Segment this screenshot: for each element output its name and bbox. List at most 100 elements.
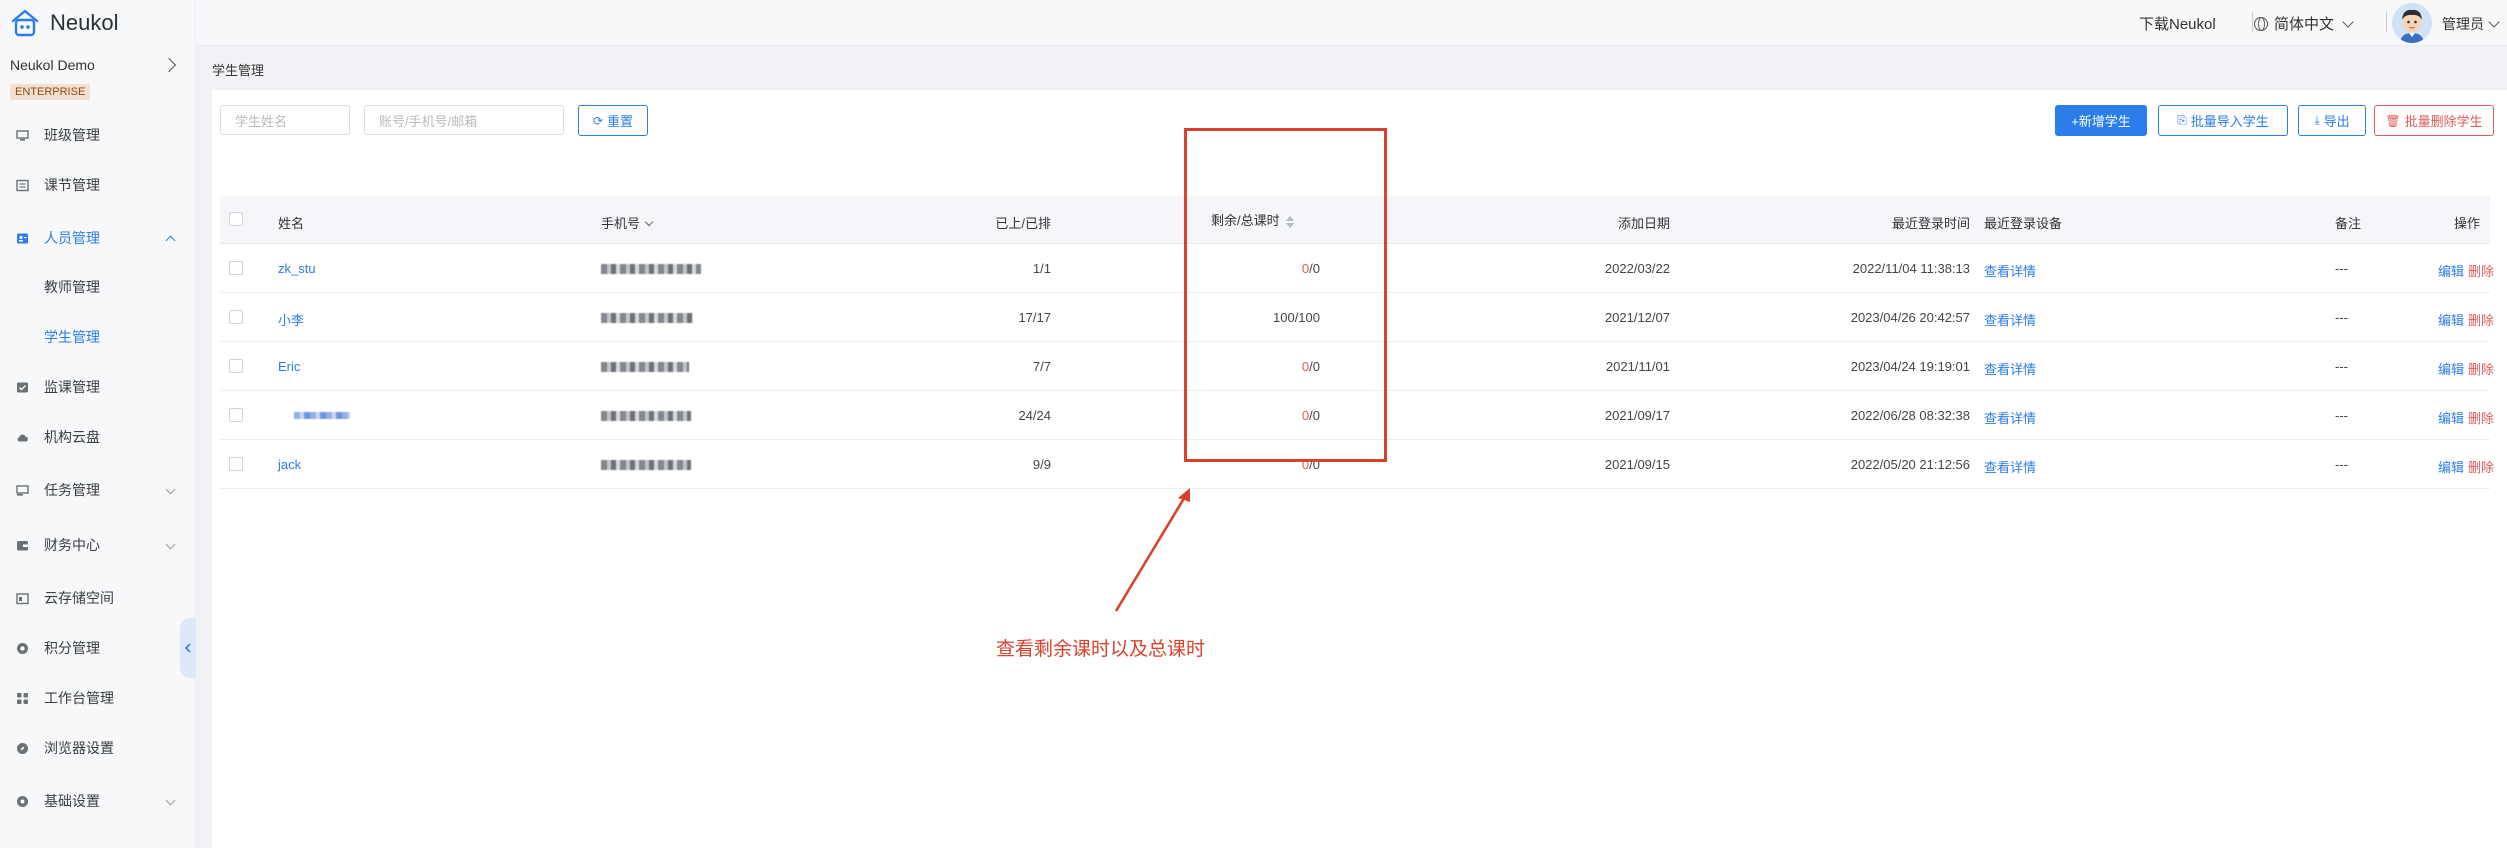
attended-cell: 7/7 xyxy=(1032,359,1051,374)
remark-cell: --- xyxy=(2335,408,2348,423)
language-label: 简体中文 xyxy=(2274,16,2335,33)
user-menu[interactable]: 管理员 xyxy=(2442,14,2500,34)
view-device-link[interactable]: 查看详情 xyxy=(1984,457,2036,476)
redacted-student-name[interactable] xyxy=(294,412,350,419)
monitor-check-icon xyxy=(15,380,29,394)
remark-cell: --- xyxy=(2335,359,2348,374)
batch-delete-label: 批量删除学生 xyxy=(2404,114,2483,129)
sidebar-item-label: 云存储空间 xyxy=(44,590,114,606)
delete-link[interactable]: 删除 xyxy=(2468,408,2494,427)
sidebar-item-students[interactable]: 学生管理 xyxy=(0,322,196,352)
delete-link[interactable]: 删除 xyxy=(2468,310,2494,329)
wallet-icon xyxy=(15,538,29,552)
user-name: 管理员 xyxy=(2442,16,2484,32)
sidebar-item-cloud[interactable]: 机构云盘 xyxy=(0,422,196,452)
sidebar-item-label: 任务管理 xyxy=(44,482,100,498)
attended-cell: 24/24 xyxy=(1018,408,1051,423)
last-login-cell: 2023/04/24 19:19:01 xyxy=(1850,359,1970,374)
edit-link[interactable]: 编辑 xyxy=(2438,310,2464,329)
view-device-link[interactable]: 查看详情 xyxy=(1984,408,2036,427)
row-checkbox[interactable] xyxy=(229,310,243,324)
student-name-link[interactable]: zk_stu xyxy=(278,261,316,276)
points-icon xyxy=(15,641,29,655)
row-checkbox[interactable] xyxy=(229,408,243,422)
download-link[interactable]: 下载Neukol xyxy=(2139,13,2216,34)
cloud-icon xyxy=(15,430,29,444)
batch-delete-button[interactable]: 🗑 批量删除学生 xyxy=(2374,105,2494,136)
sidebar-item-monitor[interactable]: 监课管理 xyxy=(0,372,196,402)
student-name-link[interactable]: Eric xyxy=(278,359,300,374)
collapse-sidebar-button[interactable] xyxy=(180,618,196,678)
added-date-cell: 2021/11/01 xyxy=(1605,359,1670,374)
sidebar: Neukol Neukol Demo ENTERPRISE 班级管理 课节管理 … xyxy=(0,0,196,848)
batch-import-label: 批量导入学生 xyxy=(2190,114,2269,129)
sidebar-item-label: 班级管理 xyxy=(44,127,100,143)
view-device-link[interactable]: 查看详情 xyxy=(1984,261,2036,280)
added-date-cell: 2021/09/17 xyxy=(1604,408,1670,423)
sidebar-item-tasks[interactable]: 任务管理 xyxy=(0,475,196,505)
redacted-phone xyxy=(601,264,701,274)
edit-link[interactable]: 编辑 xyxy=(2438,359,2464,378)
sidebar-item-people[interactable]: 人员管理 xyxy=(0,223,196,253)
sidebar-item-settings[interactable]: 基础设置 xyxy=(0,786,196,816)
chevron-down-icon xyxy=(165,795,176,806)
remark-cell: --- xyxy=(2335,261,2348,276)
header-attended: 已上/已排 xyxy=(995,216,1051,231)
org-switcher[interactable]: Neukol Demo xyxy=(10,57,180,73)
delete-link[interactable]: 删除 xyxy=(2468,457,2494,476)
last-login-cell: 2022/06/28 08:32:38 xyxy=(1850,408,1970,423)
view-device-link[interactable]: 查看详情 xyxy=(1984,310,2036,329)
compass-icon xyxy=(15,741,29,755)
sidebar-item-label: 教师管理 xyxy=(44,279,100,295)
topbar: 下载Neukol 简体中文 管理员 xyxy=(196,0,2507,46)
select-all-checkbox[interactable] xyxy=(229,212,243,226)
reset-button[interactable]: ⟳ 重置 xyxy=(578,105,648,136)
neukol-logo-icon xyxy=(11,9,39,37)
edit-link[interactable]: 编辑 xyxy=(2438,457,2464,476)
sidebar-item-label: 财务中心 xyxy=(44,537,100,553)
view-device-link[interactable]: 查看详情 xyxy=(1984,359,2036,378)
org-name: Neukol Demo xyxy=(10,57,95,73)
storage-icon xyxy=(15,591,29,605)
sidebar-item-points[interactable]: 积分管理 xyxy=(0,633,196,663)
account-search-input[interactable]: 账号/手机号/邮箱 xyxy=(364,105,564,135)
delete-link[interactable]: 删除 xyxy=(2468,261,2494,280)
sidebar-item-class[interactable]: 班级管理 xyxy=(0,120,196,150)
added-date-cell: 2021/12/07 xyxy=(1604,310,1670,325)
delete-link[interactable]: 删除 xyxy=(2468,359,2494,378)
header-phone[interactable]: 手机号 xyxy=(601,213,654,232)
edit-link[interactable]: 编辑 xyxy=(2438,408,2464,427)
sidebar-item-browser[interactable]: 浏览器设置 xyxy=(0,733,196,763)
row-checkbox[interactable] xyxy=(229,457,243,471)
student-name-link[interactable]: 小李 xyxy=(278,310,304,329)
sidebar-item-storage[interactable]: 云存储空间 xyxy=(0,583,196,613)
redacted-phone xyxy=(601,362,689,372)
sidebar-item-label: 学生管理 xyxy=(44,329,100,345)
header-ops: 操作 xyxy=(2453,216,2480,231)
sidebar-item-label: 课节管理 xyxy=(44,177,100,193)
batch-import-button[interactable]: ⎘ 批量导入学生 xyxy=(2158,105,2288,136)
task-icon xyxy=(15,483,29,497)
added-date-cell: 2021/09/15 xyxy=(1604,457,1670,472)
annotation-highlight-box xyxy=(1184,128,1387,462)
list-icon xyxy=(15,178,29,192)
student-name-input[interactable]: 学生姓名 xyxy=(220,105,350,135)
edit-link[interactable]: 编辑 xyxy=(2438,261,2464,280)
student-name-link[interactable]: jack xyxy=(278,457,301,472)
header-last-login: 最近登录时间 xyxy=(1891,216,1970,231)
sidebar-item-lesson[interactable]: 课节管理 xyxy=(0,170,196,200)
brand[interactable]: Neukol xyxy=(10,8,118,38)
add-student-button[interactable]: +新增学生 xyxy=(2055,105,2147,136)
grid-icon xyxy=(15,691,29,705)
row-checkbox[interactable] xyxy=(229,261,243,275)
export-button[interactable]: ⤓ 导出 xyxy=(2298,105,2366,136)
sidebar-item-label: 积分管理 xyxy=(44,640,100,656)
last-login-cell: 2022/11/04 11:38:13 xyxy=(1852,261,1970,276)
sidebar-item-finance[interactable]: 财务中心 xyxy=(0,530,196,560)
sidebar-item-teachers[interactable]: 教师管理 xyxy=(0,272,196,302)
trash-icon: 🗑 xyxy=(2385,113,2401,128)
language-select[interactable]: 简体中文 xyxy=(2254,13,2354,34)
avatar[interactable] xyxy=(2392,3,2432,43)
sidebar-item-workbench[interactable]: 工作台管理 xyxy=(0,683,196,713)
row-checkbox[interactable] xyxy=(229,359,243,373)
